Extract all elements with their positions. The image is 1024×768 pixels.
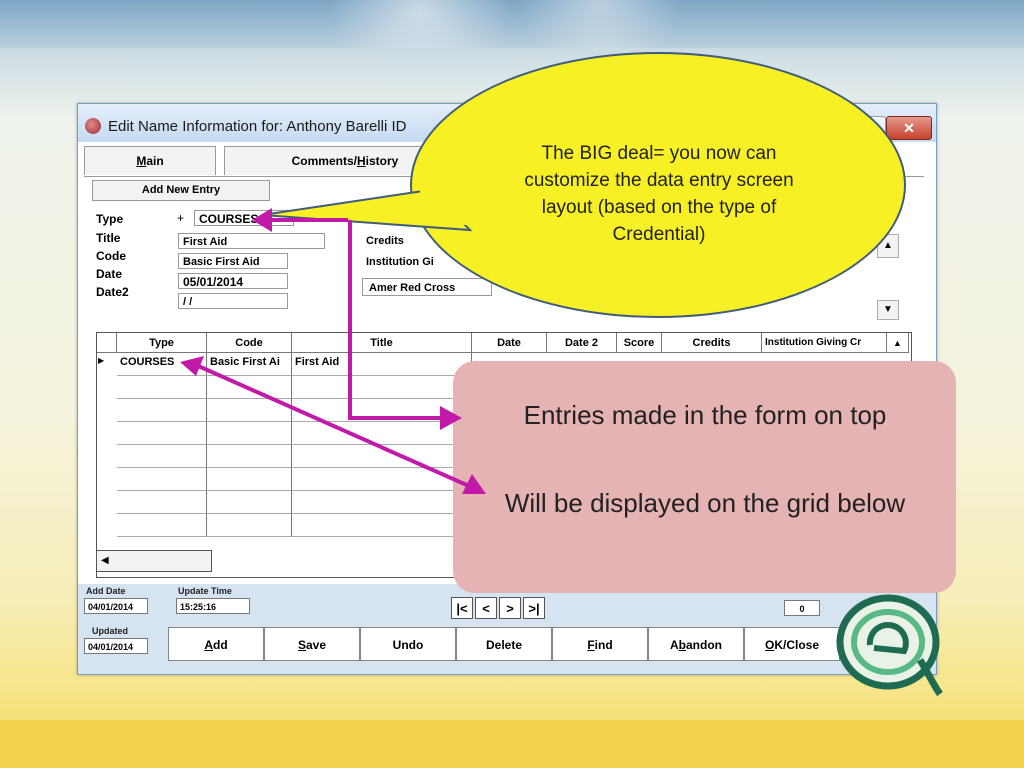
arrowhead-type xyxy=(252,208,272,232)
arrow-grid-to-callout xyxy=(195,363,479,492)
arrowhead-grid xyxy=(440,406,462,430)
arrow-form-to-grid xyxy=(348,220,450,420)
ea-logo-icon xyxy=(836,594,943,697)
arrows xyxy=(195,218,479,492)
